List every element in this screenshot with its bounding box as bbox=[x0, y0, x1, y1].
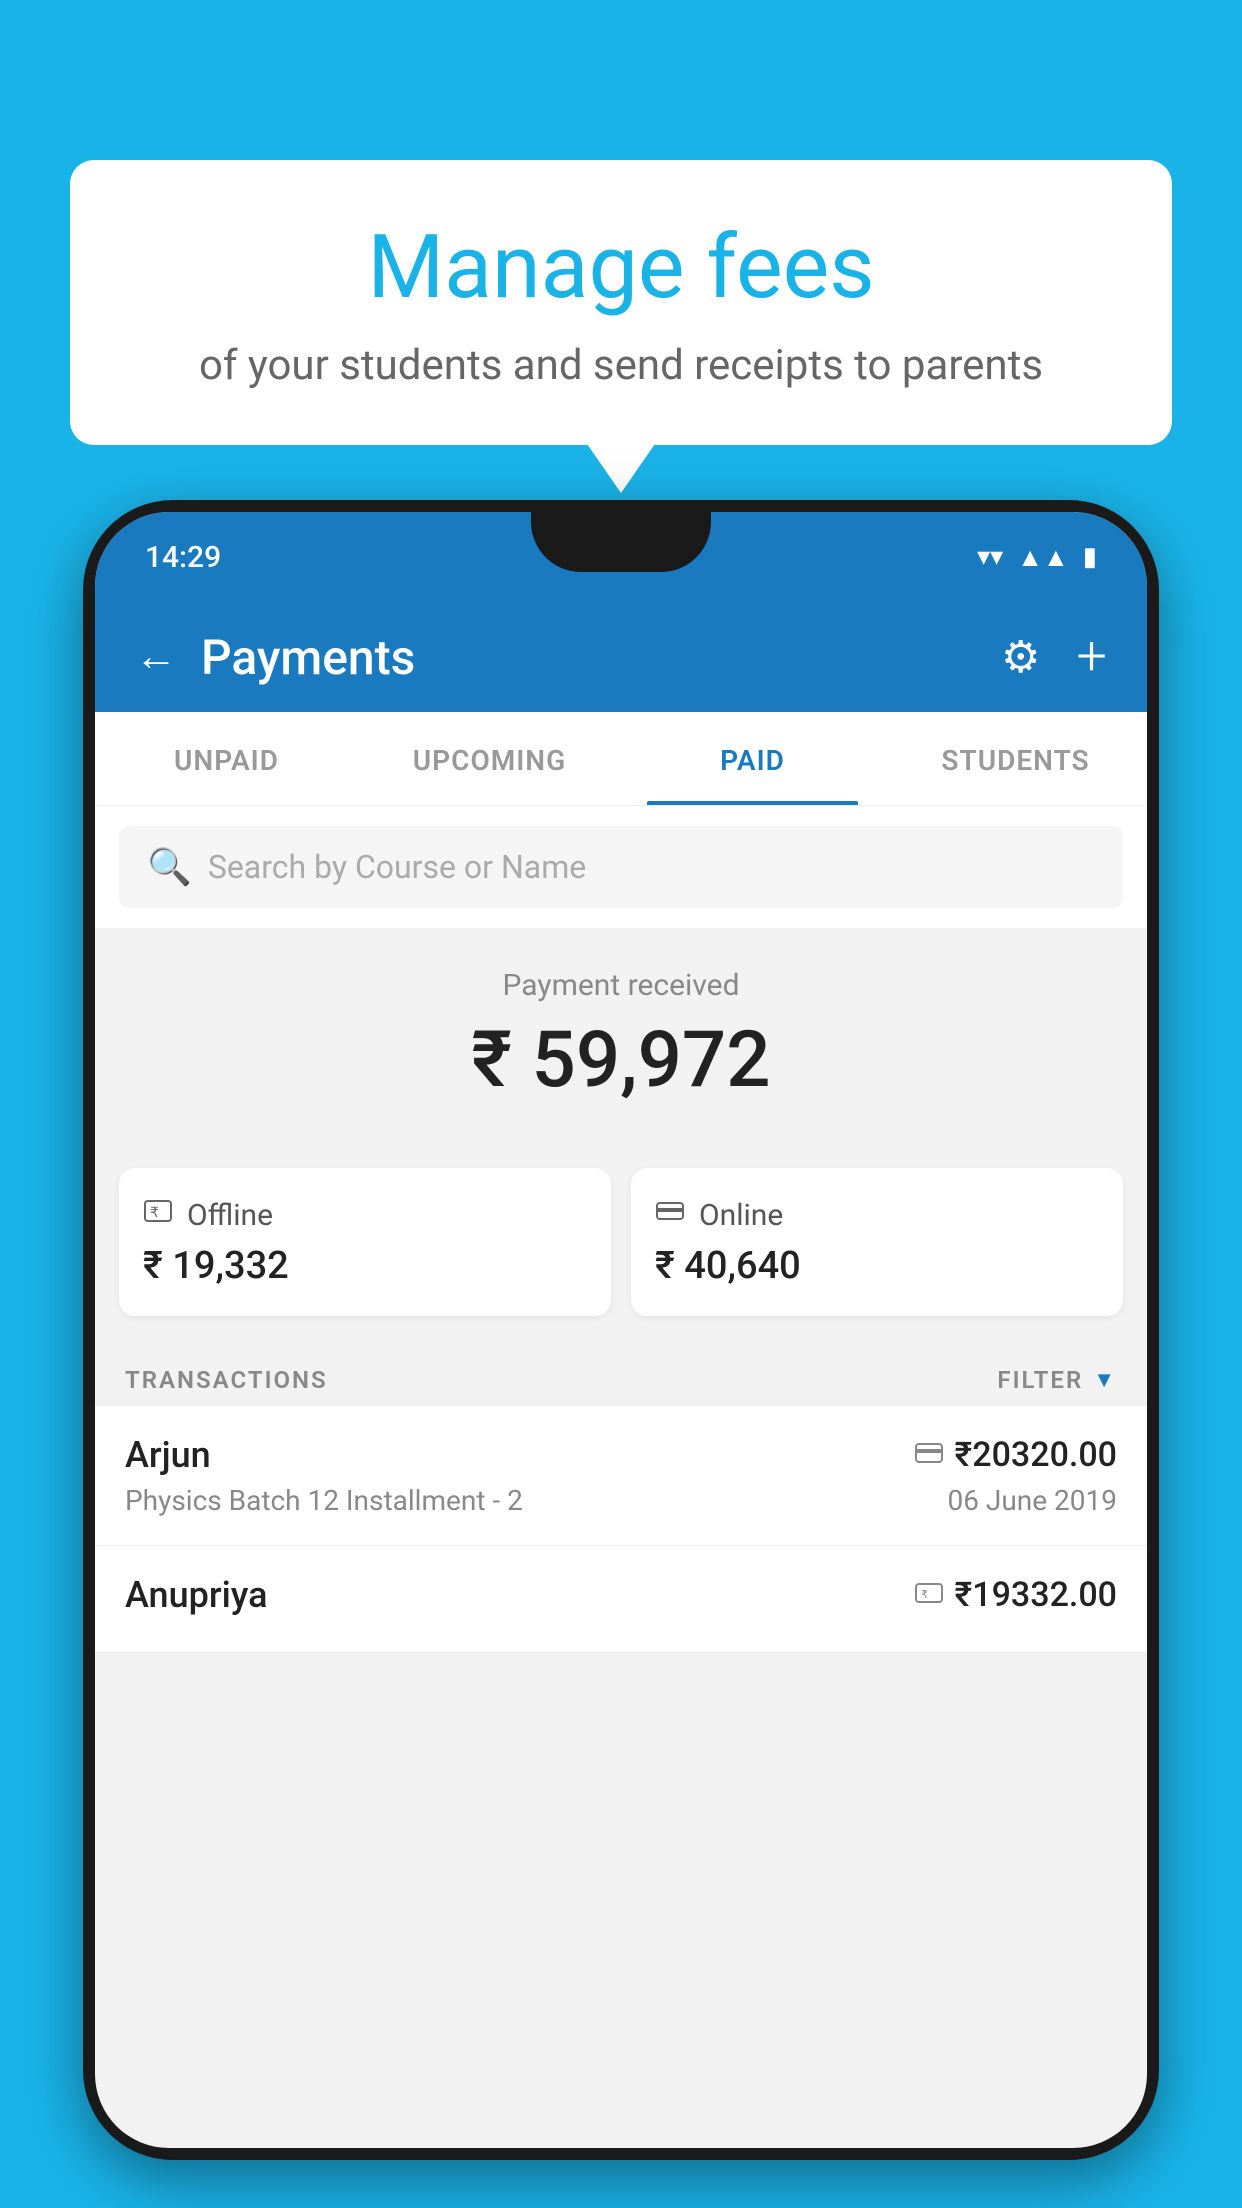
tab-unpaid[interactable]: UNPAID bbox=[95, 712, 358, 805]
battery-icon: ▮ bbox=[1083, 542, 1097, 572]
filter-icon: ▼ bbox=[1093, 1367, 1117, 1393]
filter-button[interactable]: FILTER ▼ bbox=[997, 1366, 1117, 1394]
header-left: ← Payments bbox=[135, 629, 415, 686]
offline-card: ₹ Offline ₹ 19,332 bbox=[119, 1168, 611, 1316]
svg-text:₹: ₹ bbox=[150, 1204, 159, 1220]
offline-card-top: ₹ Offline bbox=[143, 1196, 587, 1234]
table-row[interactable]: Arjun ₹20320.00 Physics Batch 12 Install… bbox=[95, 1406, 1147, 1546]
transactions-header: TRANSACTIONS FILTER ▼ bbox=[95, 1346, 1147, 1406]
transaction-amount-wrap-2: ₹ ₹19332.00 bbox=[915, 1575, 1117, 1615]
table-row[interactable]: Anupriya ₹ ₹19332.00 bbox=[95, 1546, 1147, 1653]
app-header: ← Payments ⚙ + bbox=[95, 602, 1147, 712]
signal-icon: ▲▲ bbox=[1017, 542, 1068, 573]
transaction-mode-icon-1 bbox=[915, 1440, 943, 1470]
transaction-course-1: Physics Batch 12 Installment - 2 bbox=[125, 1484, 523, 1517]
tab-upcoming[interactable]: UPCOMING bbox=[358, 712, 621, 805]
status-time: 14:29 bbox=[145, 540, 221, 575]
search-bar-wrapper: 🔍 Search by Course or Name bbox=[95, 806, 1147, 928]
speech-bubble: Manage fees of your students and send re… bbox=[70, 160, 1172, 445]
status-icons: ▾▾ ▲▲ ▮ bbox=[977, 542, 1097, 573]
transactions-label: TRANSACTIONS bbox=[125, 1366, 328, 1394]
transaction-amount-2: ₹19332.00 bbox=[955, 1575, 1117, 1615]
online-label: Online bbox=[699, 1198, 783, 1233]
online-card: Online ₹ 40,640 bbox=[631, 1168, 1123, 1316]
search-input[interactable]: Search by Course or Name bbox=[208, 848, 586, 886]
payment-cards: ₹ Offline ₹ 19,332 bbox=[119, 1168, 1123, 1316]
svg-text:₹: ₹ bbox=[921, 1589, 928, 1601]
tabs-bar: UNPAID UPCOMING PAID STUDENTS bbox=[95, 712, 1147, 806]
transaction-name-2: Anupriya bbox=[125, 1574, 268, 1616]
transaction-mode-icon-2: ₹ bbox=[915, 1580, 943, 1610]
gear-icon[interactable]: ⚙ bbox=[1001, 631, 1040, 683]
phone-screen: 14:29 ▾▾ ▲▲ ▮ ← Payments ⚙ + UNPAID bbox=[95, 512, 1147, 2148]
phone-frame: 14:29 ▾▾ ▲▲ ▮ ← Payments ⚙ + UNPAID bbox=[83, 500, 1159, 2160]
transaction-top-2: Anupriya ₹ ₹19332.00 bbox=[125, 1574, 1117, 1616]
transaction-name-1: Arjun bbox=[125, 1434, 211, 1476]
offline-label: Offline bbox=[187, 1198, 273, 1233]
speech-bubble-wrapper: Manage fees of your students and send re… bbox=[70, 160, 1172, 445]
page-title: Payments bbox=[201, 629, 415, 686]
tab-students[interactable]: STUDENTS bbox=[884, 712, 1147, 805]
transaction-top-1: Arjun ₹20320.00 bbox=[125, 1434, 1117, 1476]
online-icon bbox=[655, 1196, 685, 1234]
transaction-amount-wrap-1: ₹20320.00 bbox=[915, 1435, 1117, 1475]
online-amount: ₹ 40,640 bbox=[655, 1244, 1099, 1288]
transaction-date-1: 06 June 2019 bbox=[947, 1484, 1117, 1517]
tab-paid[interactable]: PAID bbox=[621, 712, 884, 805]
payment-received-amount: ₹ 59,972 bbox=[125, 1015, 1117, 1106]
bubble-title: Manage fees bbox=[130, 220, 1112, 317]
transaction-bottom-1: Physics Batch 12 Installment - 2 06 June… bbox=[125, 1484, 1117, 1517]
search-icon: 🔍 bbox=[147, 846, 192, 888]
phone-content: 🔍 Search by Course or Name Payment recei… bbox=[95, 806, 1147, 2148]
wifi-icon: ▾▾ bbox=[977, 542, 1003, 572]
status-bar: 14:29 ▾▾ ▲▲ ▮ bbox=[95, 512, 1147, 602]
transaction-amount-1: ₹20320.00 bbox=[955, 1435, 1117, 1475]
header-right: ⚙ + bbox=[1001, 630, 1107, 684]
search-bar[interactable]: 🔍 Search by Course or Name bbox=[119, 826, 1123, 908]
offline-icon: ₹ bbox=[143, 1196, 173, 1234]
offline-amount: ₹ 19,332 bbox=[143, 1244, 587, 1288]
payment-received-label: Payment received bbox=[125, 968, 1117, 1003]
back-button[interactable]: ← bbox=[135, 636, 177, 678]
add-button[interactable]: + bbox=[1076, 630, 1107, 684]
payment-section: Payment received ₹ 59,972 bbox=[95, 928, 1147, 1168]
bubble-subtitle: of your students and send receipts to pa… bbox=[130, 341, 1112, 390]
online-card-top: Online bbox=[655, 1196, 1099, 1234]
